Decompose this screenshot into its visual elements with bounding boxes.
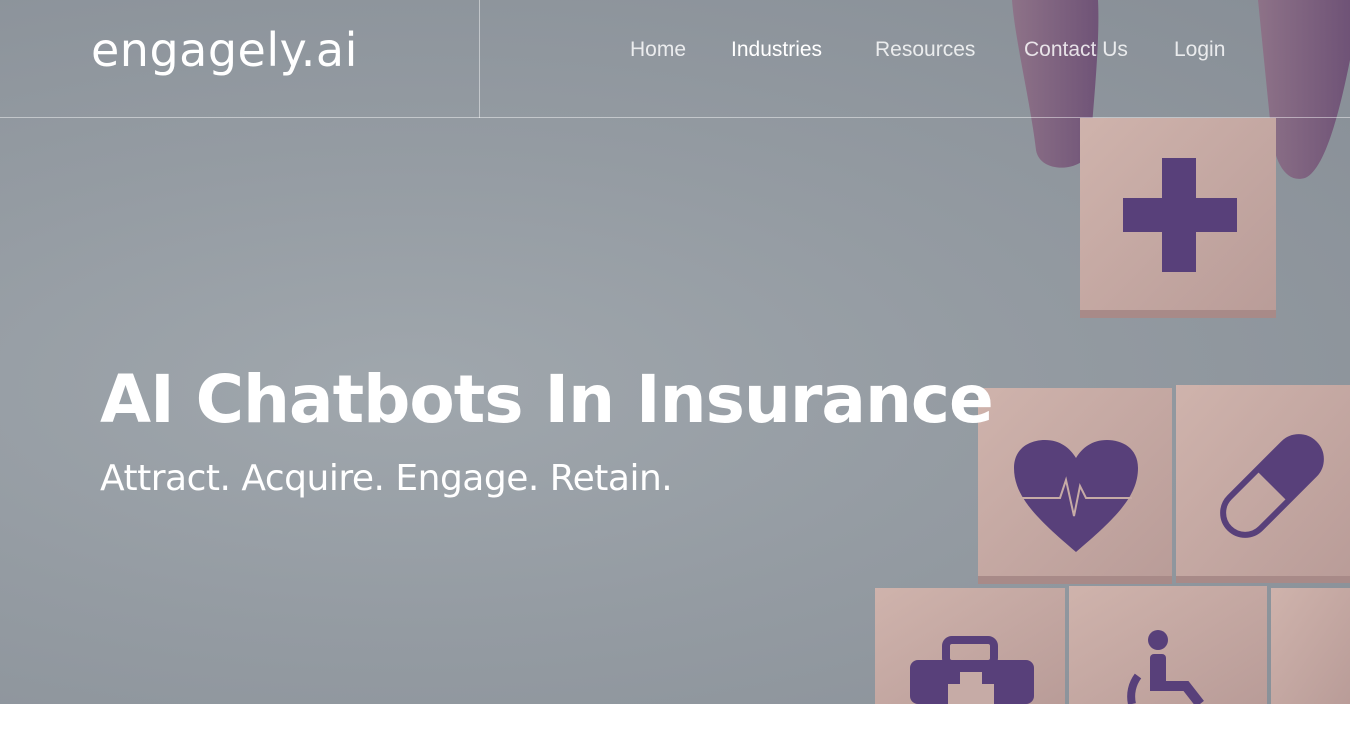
header-divider	[479, 0, 480, 118]
nav-industries[interactable]: Industries	[731, 36, 822, 64]
nav-login[interactable]: Login	[1174, 36, 1225, 64]
pill-block	[1176, 385, 1350, 583]
site-header: engagely.ai Home Industries Resources Co…	[0, 0, 1350, 118]
partial-block	[1271, 588, 1350, 704]
hero-subtitle: Attract. Acquire. Engage. Retain.	[100, 458, 673, 499]
wheelchair-block	[1069, 586, 1267, 704]
hero-title: AI Chatbots In Insurance	[100, 361, 994, 438]
nav-resources[interactable]: Resources	[875, 36, 975, 64]
plus-block	[1080, 118, 1276, 318]
hero-section: engagely.ai Home Industries Resources Co…	[0, 0, 1350, 704]
heart-block	[978, 388, 1172, 584]
brand-logo[interactable]: engagely.ai	[91, 20, 358, 80]
nav-home[interactable]: Home	[630, 36, 686, 64]
first-aid-block	[875, 588, 1065, 704]
nav-contact-us[interactable]: Contact Us	[1024, 36, 1128, 64]
